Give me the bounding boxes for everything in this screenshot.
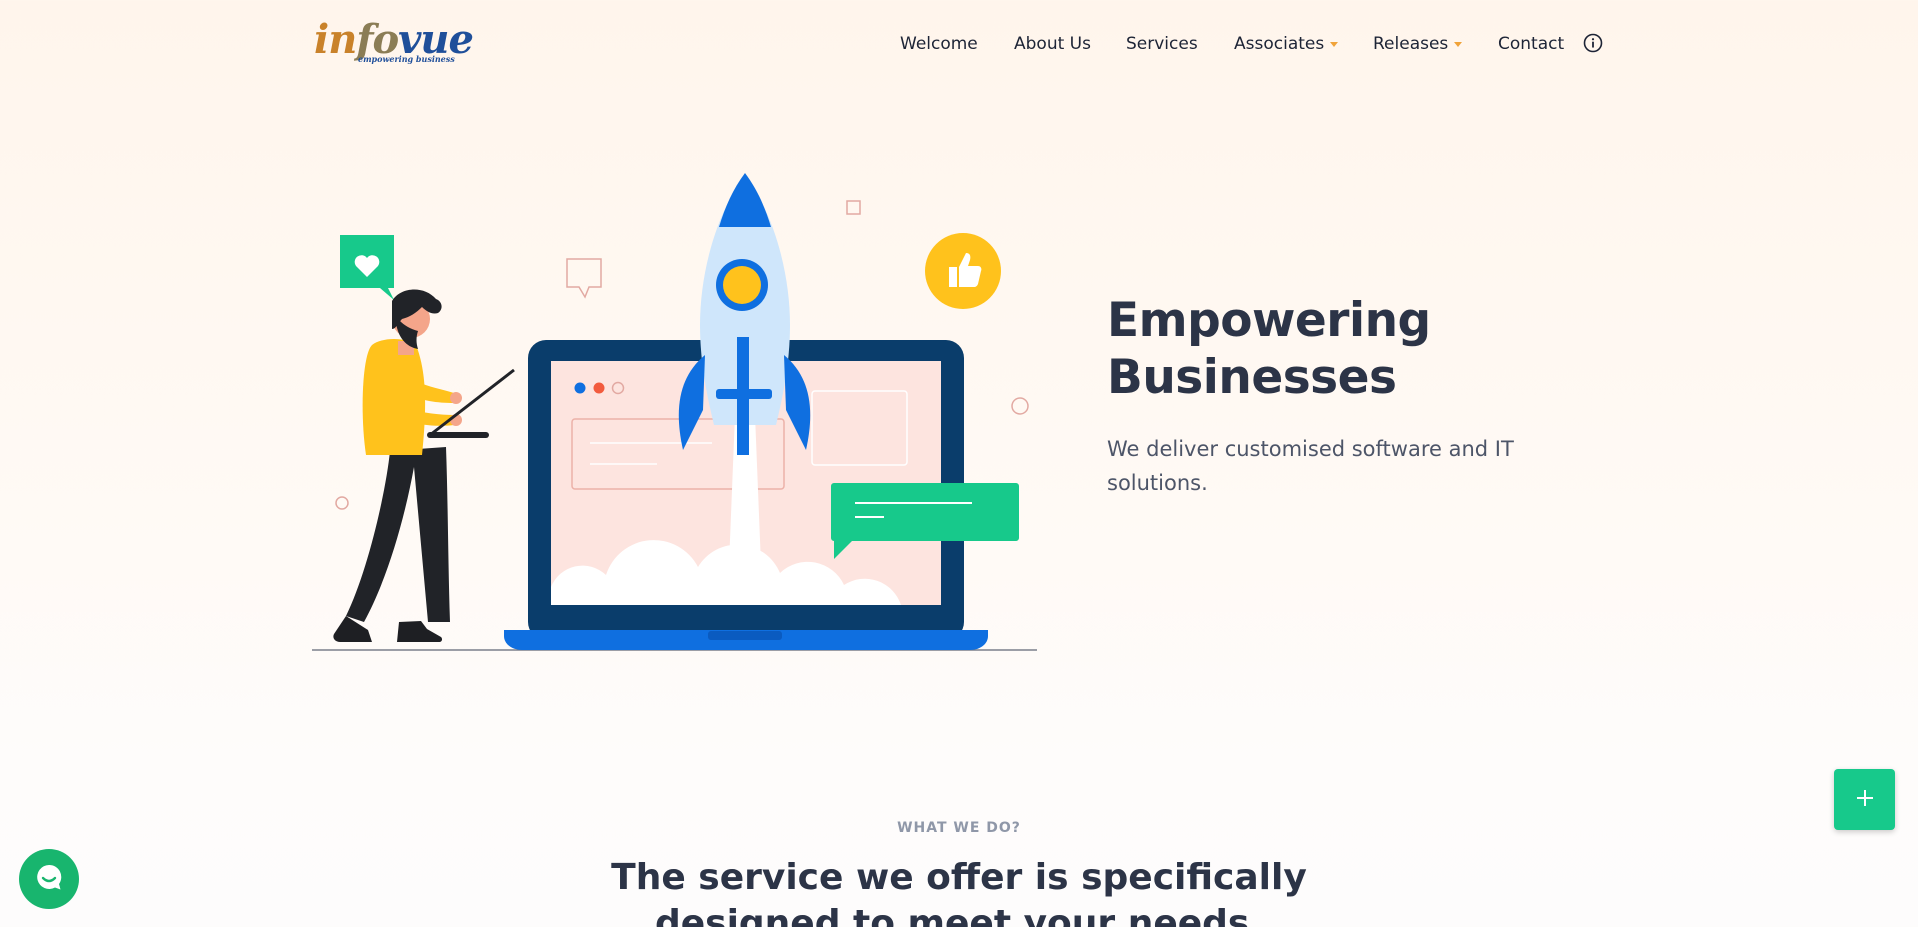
nav-associates-label: Associates [1234, 34, 1325, 54]
chat-button[interactable] [19, 849, 79, 909]
site-logo[interactable]: infovue empowering business [314, 16, 474, 72]
plus-button[interactable] [1834, 769, 1895, 830]
chevron-down-icon [1330, 41, 1339, 47]
hero-title: Empowering Businesses [1107, 292, 1587, 406]
plus-icon [1856, 789, 1874, 811]
nav-associates[interactable]: Associates [1234, 32, 1339, 56]
hero-text: Empowering Businesses We deliver customi… [1107, 292, 1587, 500]
section-kicker: WHAT WE DO? [897, 820, 1021, 836]
nav-releases[interactable]: Releases [1373, 32, 1463, 56]
nav-services[interactable]: Services [1126, 32, 1198, 56]
hero-illustration [312, 165, 1040, 655]
section-title: The service we offer is specifically des… [611, 857, 1307, 927]
hero-subtitle: We deliver customised software and IT so… [1107, 437, 1514, 495]
logo-tagline: empowering business [358, 54, 455, 64]
chat-bubble-icon [32, 860, 66, 898]
hero-title-line2: Businesses [1107, 350, 1397, 405]
info-circle-icon[interactable] [1583, 33, 1603, 53]
site-header: infovue empowering business Welcome Abou… [0, 0, 1918, 90]
nav-about-us[interactable]: About Us [1014, 32, 1091, 56]
nav-releases-label: Releases [1373, 34, 1449, 54]
nav-contact[interactable]: Contact [1498, 32, 1564, 56]
hero-title-line1: Empowering [1107, 293, 1431, 348]
nav-welcome[interactable]: Welcome [900, 32, 978, 56]
chevron-down-icon [1454, 41, 1463, 47]
